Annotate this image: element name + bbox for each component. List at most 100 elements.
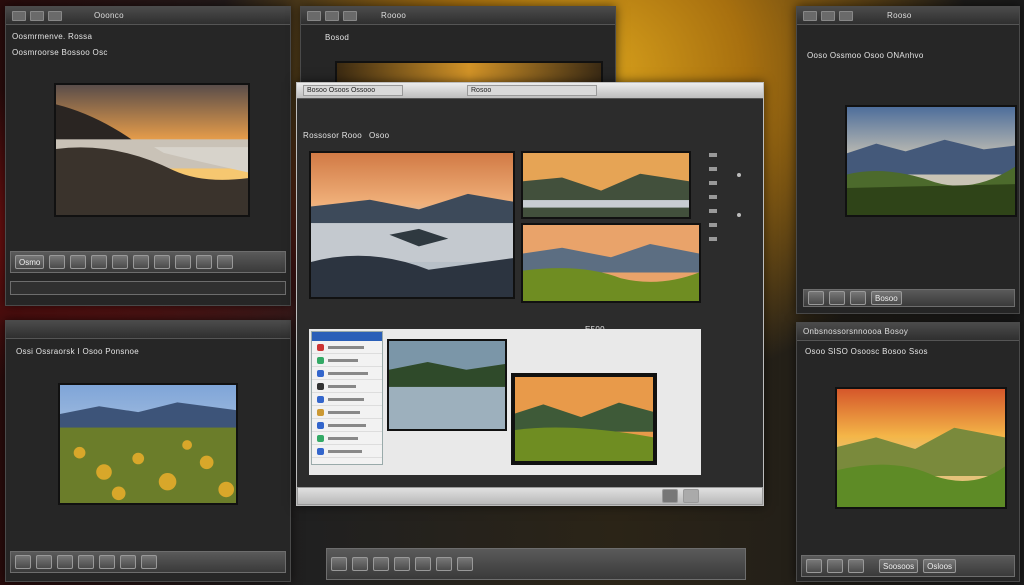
image-preview-sunset-lake[interactable] — [54, 83, 250, 217]
action-button[interactable]: Osloos — [923, 559, 957, 573]
panel-subheading: Oosmroorse Bossoo Osc — [12, 48, 108, 57]
image-main-sunset-hills[interactable] — [521, 151, 691, 219]
menu-item[interactable] — [312, 393, 382, 406]
tool-button[interactable] — [120, 555, 136, 569]
tool-icon[interactable] — [30, 10, 44, 21]
panel-top-left: Ooonco Oosmrmenve. Rossa Oosmroorse Boss… — [5, 6, 291, 306]
status-button[interactable] — [683, 489, 699, 503]
tool-button[interactable] — [15, 555, 31, 569]
panel-bottom-right: Onbsnossorsnnoooa Bosoy Osoo SISO Osoosc… — [796, 322, 1020, 582]
tool-button[interactable] — [196, 255, 213, 269]
search-field[interactable]: Rosoo — [467, 85, 597, 96]
tab-title[interactable]: Roooo — [381, 11, 406, 20]
main-toolbar: Bosoo Osoos Ossooo Rosoo — [297, 83, 763, 99]
tool-icon[interactable] — [709, 167, 717, 171]
tool-button[interactable] — [827, 559, 843, 573]
tool-icon[interactable] — [709, 209, 717, 213]
tool-button[interactable] — [154, 255, 171, 269]
tool-button[interactable] — [850, 291, 866, 305]
dock-button[interactable] — [415, 557, 431, 571]
bottom-toolbar — [10, 551, 286, 573]
toolbar: Rooso — [797, 7, 1019, 25]
tool-icon[interactable] — [325, 10, 339, 21]
strip-label[interactable]: Bosoo — [871, 291, 902, 305]
panel-heading: Ooso Ossmoo Osoo ONAnhvo — [807, 51, 924, 60]
dock-button[interactable] — [457, 557, 473, 571]
toolbar: Roooo — [301, 7, 615, 25]
status-bar — [297, 487, 763, 505]
menu-item[interactable] — [312, 419, 382, 432]
menu-item[interactable] — [312, 367, 382, 380]
tab-title[interactable]: Rooso — [887, 11, 912, 20]
tool-icon[interactable] — [821, 10, 835, 21]
dock-button[interactable] — [394, 557, 410, 571]
tool-icon[interactable] — [839, 10, 853, 21]
tool-button[interactable] — [829, 291, 845, 305]
dock-button[interactable] — [373, 557, 389, 571]
tool-button[interactable] — [217, 255, 234, 269]
menu-item[interactable] — [312, 445, 382, 458]
menu-header — [312, 332, 382, 341]
tool-button[interactable] — [806, 559, 822, 573]
mode-button[interactable]: Osmo — [15, 255, 45, 269]
tool-button[interactable] — [175, 255, 192, 269]
tool-icon[interactable] — [12, 10, 26, 21]
dock-button[interactable] — [331, 557, 347, 571]
panel-top-center: Roooo Bosod — [300, 6, 616, 90]
panel-bottom-left: Ossi Ossraorsk I Osoo Ponsnoe — [5, 320, 291, 582]
tool-button[interactable] — [57, 555, 73, 569]
panel-heading: Ossi Ossraorsk I Osoo Ponsnoe — [16, 347, 139, 356]
context-menu — [311, 331, 383, 465]
action-button[interactable]: Soosoos — [879, 559, 919, 573]
menu-item[interactable] — [312, 432, 382, 445]
tool-button[interactable] — [99, 555, 115, 569]
status-button[interactable] — [662, 489, 678, 503]
tool-button[interactable] — [112, 255, 129, 269]
tool-icon[interactable] — [343, 10, 357, 21]
row-label: Rossosor Rooo — [303, 131, 363, 140]
menu-item[interactable] — [312, 380, 382, 393]
bottom-toolbar: Soosoos Osloos — [801, 555, 1015, 577]
tool-icon[interactable] — [709, 195, 717, 199]
panel-top-right: Rooso Ooso Ossmoo Osoo ONAnhvo Bosoo — [796, 6, 1020, 314]
image-main-green-valley[interactable] — [521, 223, 701, 303]
tool-icon[interactable] — [48, 10, 62, 21]
image-main-misty-mountains[interactable] — [309, 151, 515, 299]
toolbar: Onbsnossorsnnoooa Bosoy — [797, 323, 1019, 341]
image-preview-lake[interactable] — [387, 339, 507, 431]
image-preview-laptop[interactable] — [511, 373, 657, 465]
tool-icon[interactable] — [307, 10, 321, 21]
menu-item[interactable] — [312, 354, 382, 367]
tool-button[interactable] — [141, 555, 157, 569]
tool-icon[interactable] — [803, 10, 817, 21]
tool-button[interactable] — [70, 255, 87, 269]
dock-button[interactable] — [436, 557, 452, 571]
menu-item[interactable] — [312, 406, 382, 419]
panel-tab-title[interactable]: Onbsnossorsnnoooa Bosoy — [803, 327, 908, 336]
image-preview-valley[interactable] — [845, 105, 1017, 217]
tool-button[interactable] — [91, 255, 108, 269]
right-tool-column — [709, 153, 717, 241]
tool-button[interactable] — [78, 555, 94, 569]
panel-heading: Oosmrmenve. Rossa — [12, 32, 93, 41]
tool-icon[interactable] — [709, 223, 717, 227]
tool-button[interactable] — [133, 255, 150, 269]
tool-button[interactable] — [36, 555, 52, 569]
panel-subheading: Bosod — [325, 33, 350, 42]
bottom-center-dock — [326, 548, 746, 580]
tool-icon[interactable] — [709, 181, 717, 185]
controls-strip: Bosoo — [803, 289, 1015, 307]
image-preview-golden-valley[interactable] — [835, 387, 1007, 509]
image-preview-meadow[interactable] — [58, 383, 238, 505]
tool-button[interactable] — [808, 291, 824, 305]
tool-button[interactable] — [49, 255, 66, 269]
dock-button[interactable] — [352, 557, 368, 571]
row-label-2: Osoo — [369, 131, 390, 140]
title-field[interactable]: Bosoo Osoos Ossooo — [303, 85, 403, 96]
tool-icon[interactable] — [709, 237, 717, 241]
tool-icon[interactable] — [709, 153, 717, 157]
main-window: Bosoo Osoos Ossooo Rosoo Rossosor Rooo O… — [296, 82, 764, 506]
tool-button[interactable] — [848, 559, 864, 573]
tab-title[interactable]: Ooonco — [94, 11, 124, 20]
menu-item[interactable] — [312, 341, 382, 354]
